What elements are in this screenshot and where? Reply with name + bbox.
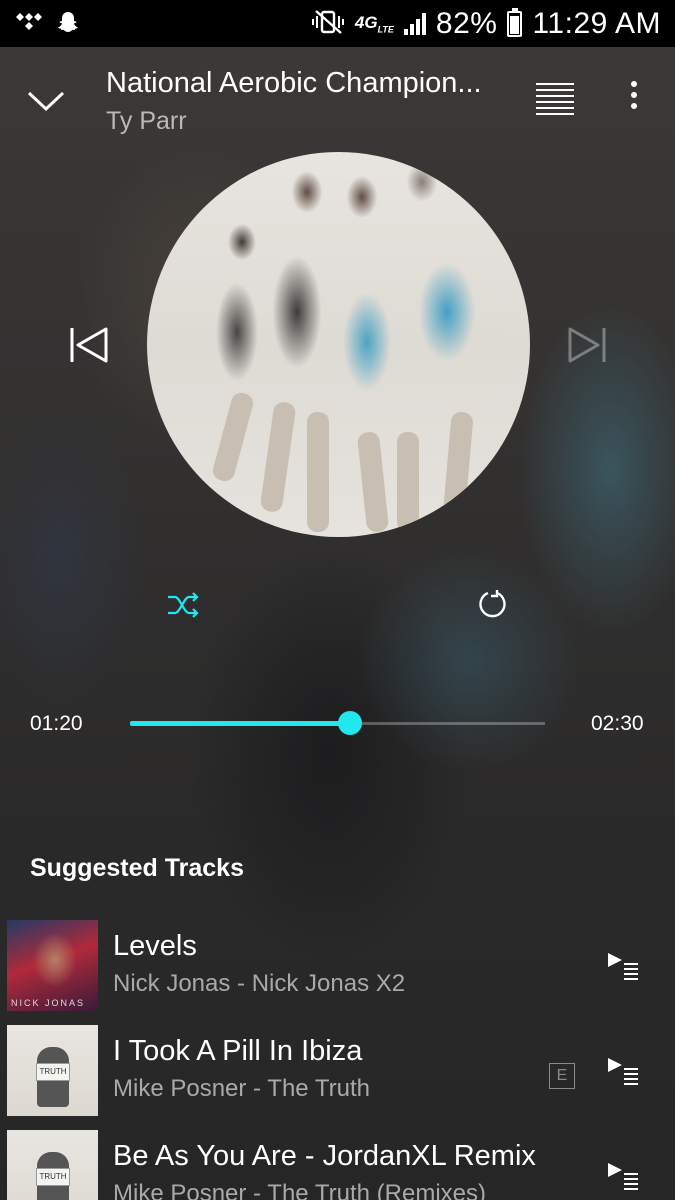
battery-percent: 82% — [435, 6, 498, 40]
vibrate-mute-icon — [311, 9, 345, 39]
suggested-track-subtitle: Nick Jonas - Nick Jonas X2 — [113, 970, 406, 997]
skip-previous-icon[interactable] — [68, 325, 112, 365]
album-art[interactable] — [147, 152, 530, 537]
clock: 11:29 AM — [532, 6, 661, 40]
suggested-heading: Suggested Tracks — [30, 854, 244, 882]
suggested-track-title: Be As You Are - JordanXL Remix — [113, 1140, 536, 1172]
queue-list-icon[interactable] — [536, 83, 574, 119]
suggested-track-title: Levels — [113, 930, 197, 962]
shuffle-icon[interactable] — [166, 588, 200, 622]
track-title: National Aerobic Champion... — [106, 67, 482, 99]
suggested-track-title: I Took A Pill In Ibiza — [113, 1035, 363, 1067]
battery-icon — [507, 7, 523, 37]
skip-next-icon[interactable] — [564, 325, 608, 365]
total-time: 02:30 — [591, 712, 644, 735]
progress-bar[interactable] — [130, 711, 545, 735]
repeat-icon[interactable] — [475, 587, 509, 621]
chevron-down-icon[interactable] — [22, 83, 70, 117]
progress-thumb[interactable] — [337, 711, 362, 735]
suggested-track-subtitle: Mike Posner - The Truth (Remixes) — [113, 1180, 486, 1200]
list-item[interactable]: TRUTH Be As You Are - JordanXL Remix Mik… — [0, 1128, 675, 1200]
tidal-icon — [16, 12, 42, 35]
signal-icon — [403, 12, 426, 35]
track-thumbnail: TRUTH — [7, 1025, 98, 1116]
list-item[interactable]: NICK JONAS Levels Nick Jonas - Nick Jona… — [0, 918, 675, 1023]
status-bar: 4GLTE 82% 11:29 AM — [0, 0, 675, 47]
track-artist[interactable]: Ty Parr — [106, 107, 187, 136]
elapsed-time: 01:20 — [30, 712, 83, 735]
player-header: National Aerobic Champion... Ty Parr — [0, 47, 675, 147]
suggested-track-subtitle: Mike Posner - The Truth — [113, 1075, 370, 1102]
track-thumbnail: NICK JONAS — [7, 920, 98, 1011]
network-type: 4GLTE — [354, 12, 394, 35]
explicit-badge: E — [549, 1063, 575, 1089]
add-to-queue-icon[interactable] — [606, 950, 640, 980]
add-to-queue-icon[interactable] — [606, 1055, 640, 1085]
add-to-queue-icon[interactable] — [606, 1160, 640, 1190]
snapchat-icon — [56, 10, 80, 38]
list-item[interactable]: TRUTH I Took A Pill In Ibiza Mike Posner… — [0, 1023, 675, 1128]
progress-fill — [130, 721, 350, 726]
suggested-list: NICK JONAS Levels Nick Jonas - Nick Jona… — [0, 918, 675, 1200]
more-vertical-icon[interactable] — [622, 81, 646, 117]
track-thumbnail: TRUTH — [7, 1130, 98, 1200]
